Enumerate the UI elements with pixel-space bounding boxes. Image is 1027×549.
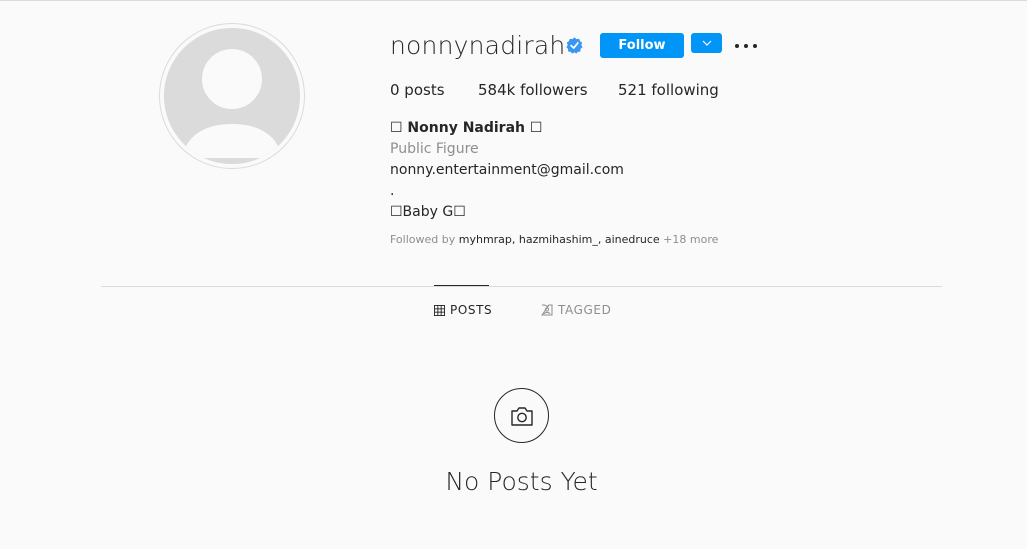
profile-avatar[interactable]: [159, 23, 305, 169]
default-avatar-icon: [164, 28, 300, 164]
followers-link[interactable]: 584k followers: [478, 80, 588, 100]
tabs-divider: [101, 286, 942, 287]
verified-badge-icon: [566, 37, 583, 54]
bio-line-dot: .: [390, 183, 395, 199]
bio-line: ☐Baby G☐: [390, 204, 466, 220]
empty-state-camera: [494, 388, 549, 443]
followed-by[interactable]: Followed by myhmrap, hazmihashim_, ained…: [390, 232, 718, 248]
profile-username: nonnynadirah: [390, 31, 566, 60]
suggested-dropdown-button[interactable]: [691, 33, 722, 53]
camera-icon: [510, 406, 533, 426]
tab-tagged-label: TAGGED: [558, 303, 612, 317]
grid-icon: [434, 304, 445, 316]
empty-state-title: No Posts Yet: [445, 467, 598, 496]
following-link[interactable]: 521 following: [618, 80, 719, 100]
followed-by-more: +18 more: [659, 233, 719, 246]
active-tab-indicator: [434, 285, 489, 286]
follow-button[interactable]: Follow: [600, 33, 684, 58]
profile-bio: ☐ Nonny Nadirah ☐ Public Figure nonny.en…: [390, 118, 624, 223]
tab-tagged[interactable]: TAGGED: [541, 302, 611, 318]
tab-posts-label: POSTS: [450, 303, 493, 317]
more-options-icon[interactable]: [735, 38, 757, 54]
followed-by-prefix: Followed by: [390, 233, 459, 246]
category-label: Public Figure: [390, 141, 479, 157]
more-dot: [735, 44, 739, 48]
posts-count: 0 posts: [390, 81, 445, 99]
tab-posts[interactable]: POSTS: [434, 302, 492, 318]
tagged-icon: [541, 304, 553, 316]
chevron-down-icon: [702, 40, 711, 46]
bio-email: nonny.entertainment@gmail.com: [390, 162, 624, 178]
profile-page: nonnynadirah Follow 0 posts 584k followe…: [0, 0, 1027, 549]
full-name: ☐ Nonny Nadirah ☐: [390, 120, 543, 136]
more-dot: [744, 44, 748, 48]
followed-by-users: myhmrap, hazmihashim_, ainedruce: [458, 233, 660, 246]
top-divider: [0, 0, 1027, 1]
more-dot: [753, 44, 757, 48]
